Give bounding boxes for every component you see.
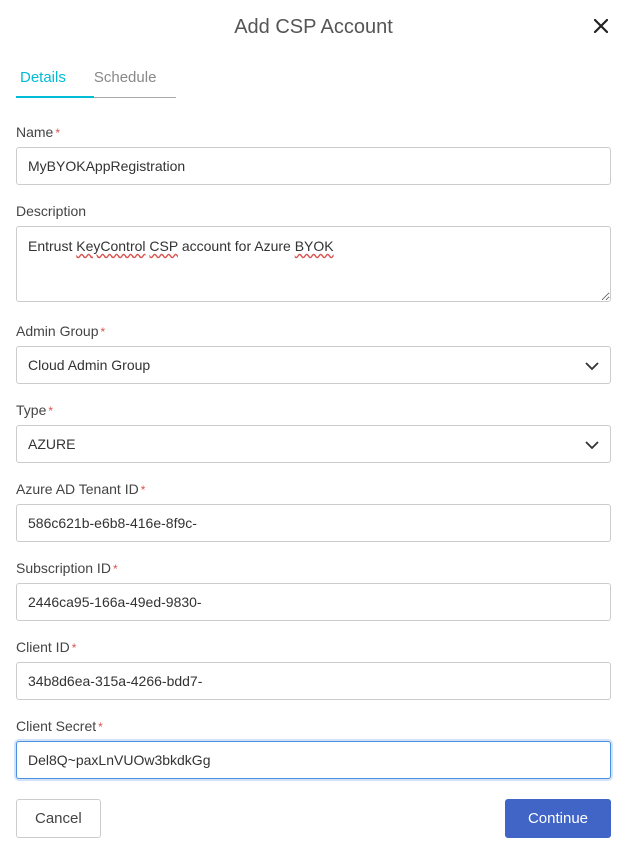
subscription-id-input[interactable] xyxy=(16,583,611,621)
name-label: Name* xyxy=(16,124,611,140)
required-marker: * xyxy=(48,404,53,418)
form-group-name: Name* xyxy=(16,124,611,185)
required-marker: * xyxy=(141,483,146,497)
tab-details[interactable]: Details xyxy=(16,61,94,98)
tenant-id-label: Azure AD Tenant ID* xyxy=(16,481,611,497)
form-group-client-id: Client ID* xyxy=(16,639,611,700)
description-label: Description xyxy=(16,203,611,219)
name-input[interactable] xyxy=(16,147,611,185)
form-group-subscription-id: Subscription ID* xyxy=(16,560,611,621)
type-label: Type* xyxy=(16,402,611,418)
form-group-tenant-id: Azure AD Tenant ID* xyxy=(16,481,611,542)
dialog-title: Add CSP Account xyxy=(234,16,393,39)
client-secret-input[interactable] xyxy=(16,741,611,779)
required-marker: * xyxy=(113,562,118,576)
chevron-down-icon xyxy=(585,436,599,452)
subscription-id-label: Subscription ID* xyxy=(16,560,611,576)
required-marker: * xyxy=(98,720,103,734)
chevron-down-icon xyxy=(585,357,599,373)
client-id-label: Client ID* xyxy=(16,639,611,655)
form-group-client-secret: Client Secret* xyxy=(16,718,611,779)
required-marker: * xyxy=(72,641,77,655)
tenant-id-input[interactable] xyxy=(16,504,611,542)
client-secret-label: Client Secret* xyxy=(16,718,611,734)
form-group-type: Type* AZURE xyxy=(16,402,611,463)
tabs: Details Schedule xyxy=(16,61,611,98)
type-select[interactable]: AZURE xyxy=(16,425,611,463)
required-marker: * xyxy=(100,325,105,339)
client-id-input[interactable] xyxy=(16,662,611,700)
description-textarea[interactable]: Entrust KeyControl CSP account for Azure… xyxy=(16,226,611,302)
form-group-description: Description Entrust KeyControl CSP accou… xyxy=(16,203,611,305)
form-group-admin-group: Admin Group* Cloud Admin Group xyxy=(16,323,611,384)
close-button[interactable] xyxy=(591,16,611,36)
tab-schedule[interactable]: Schedule xyxy=(94,61,177,98)
required-marker: * xyxy=(55,126,60,140)
dialog-header: Add CSP Account xyxy=(16,16,611,39)
close-icon xyxy=(594,19,608,33)
type-value: AZURE xyxy=(28,436,75,452)
admin-group-select[interactable]: Cloud Admin Group xyxy=(16,346,611,384)
admin-group-label: Admin Group* xyxy=(16,323,611,339)
admin-group-value: Cloud Admin Group xyxy=(28,357,150,373)
